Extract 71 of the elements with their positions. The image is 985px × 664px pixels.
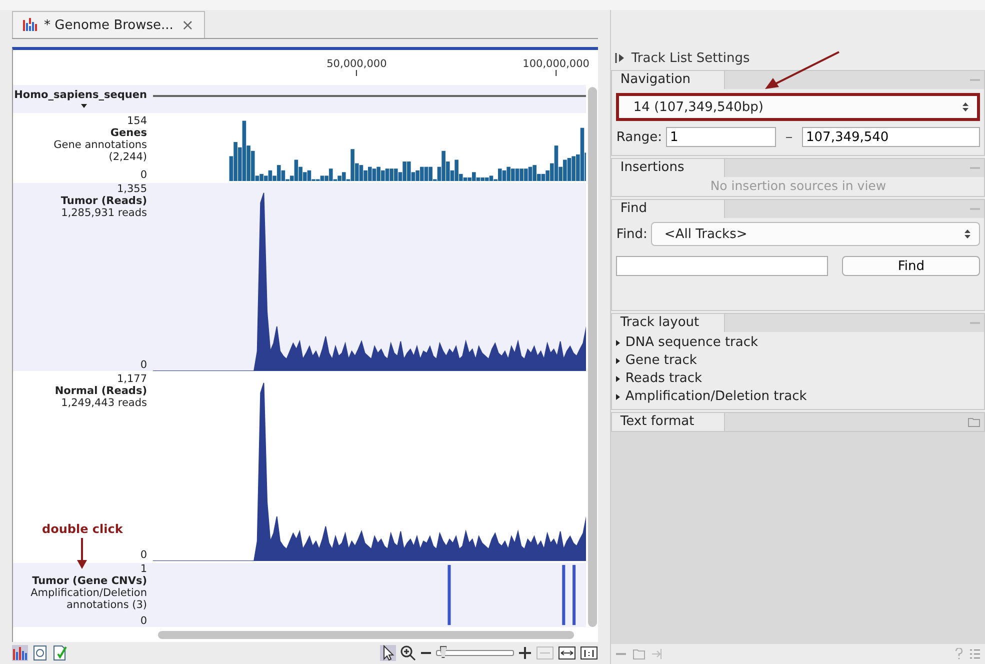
range-start-field[interactable]: 1 [666, 127, 776, 147]
checked-document-icon[interactable] [52, 645, 68, 661]
stepper-icon [964, 229, 971, 239]
slider-thumb[interactable] [440, 646, 447, 658]
down-arrow-icon [77, 538, 88, 570]
range-end-field[interactable]: 107,349,540 [802, 127, 980, 147]
track-min-value: 0 [140, 614, 147, 627]
tree-item[interactable]: Amplification/Deletion track [616, 389, 980, 404]
disclosure-triangle-icon[interactable] [616, 394, 620, 400]
track-min-value: 0 [140, 358, 147, 371]
track-name: Tumor (Reads) [60, 194, 147, 207]
search-field[interactable] [616, 256, 828, 276]
pointer-icon[interactable] [380, 645, 396, 661]
sequence-dropdown[interactable]: 14 (107,349,540bp) [616, 93, 980, 121]
disclosure-triangle-icon[interactable] [616, 340, 620, 346]
empty-message: No insertion sources in view [710, 178, 886, 193]
find-label: Find: [616, 226, 648, 242]
expand-panel-icon[interactable] [615, 52, 626, 64]
track-name: Normal (Reads) [54, 384, 147, 397]
cnv-mark [572, 564, 576, 625]
close-tab-icon[interactable]: × [181, 16, 194, 34]
actual-size-icon[interactable] [580, 645, 598, 661]
stepper-icon [962, 102, 969, 112]
section-tab[interactable]: Text format [612, 413, 726, 431]
tree-item[interactable]: Reads track [616, 371, 980, 386]
horizontal-scrollbar[interactable] [158, 631, 574, 640]
section-tab[interactable]: Insertions [612, 159, 726, 177]
track-description: Amplification/Deletion [30, 586, 147, 599]
track-description: annotations (3) [66, 598, 147, 611]
track-name: Tumor (Gene CNVs) [32, 574, 147, 587]
track-min-value: 0 [140, 168, 147, 181]
cnv-mark [562, 564, 566, 625]
tree-item[interactable]: DNA sequence track [616, 335, 980, 350]
help-icon[interactable] [955, 648, 963, 660]
track-max-value: 154 [126, 114, 147, 127]
vertical-scrollbar[interactable] [588, 86, 598, 627]
tab-title: * Genome Browse... [44, 18, 174, 32]
track-name: Homo_sapiens_sequen [14, 89, 147, 102]
find-button[interactable]: Find [842, 256, 980, 276]
track-max-value: 1,177 [116, 372, 147, 385]
disclosure-triangle-icon[interactable] [616, 376, 620, 382]
track-min-value: 0 [140, 548, 147, 561]
plus-icon[interactable] [518, 645, 532, 661]
track-description: 1,249,443 reads [61, 396, 147, 409]
track-description: 1,285,931 reads [61, 206, 147, 219]
bar-chart-icon [23, 18, 39, 32]
expand-width-icon[interactable] [558, 645, 576, 661]
bar-chart-icon[interactable] [12, 645, 28, 661]
track-description: Gene annotations [54, 138, 147, 151]
track-max-value: 1 [140, 562, 147, 575]
caret-icon[interactable] [81, 104, 87, 108]
annotation-label: double click [42, 522, 123, 536]
track-scope-dropdown[interactable]: <All Tracks> [651, 222, 980, 246]
cnv-mark [448, 564, 451, 625]
folder-icon[interactable] [633, 648, 646, 660]
disclosure-triangle-icon[interactable] [616, 358, 620, 364]
folder-icon[interactable] [968, 417, 980, 427]
section-tab[interactable]: Find [612, 200, 726, 218]
editor-tab[interactable]: * Genome Browse... × [12, 11, 205, 38]
section-tab[interactable]: Navigation [612, 71, 726, 89]
panel-title: Track List Settings [631, 50, 750, 66]
track-description: (2,244) [108, 150, 147, 163]
ruler-tick-label: 50,000,000 [326, 58, 387, 76]
ruler-tick-label: 100,000,000 [522, 58, 590, 76]
tree-item[interactable]: Gene track [616, 353, 980, 368]
range-label: Range: [616, 130, 662, 144]
track-max-value: 1,355 [116, 182, 147, 195]
track-name: Genes [110, 126, 147, 139]
zoom-in-icon[interactable] [400, 645, 416, 661]
list-icon[interactable] [969, 648, 981, 660]
section-tab[interactable]: Track layout [612, 314, 726, 332]
